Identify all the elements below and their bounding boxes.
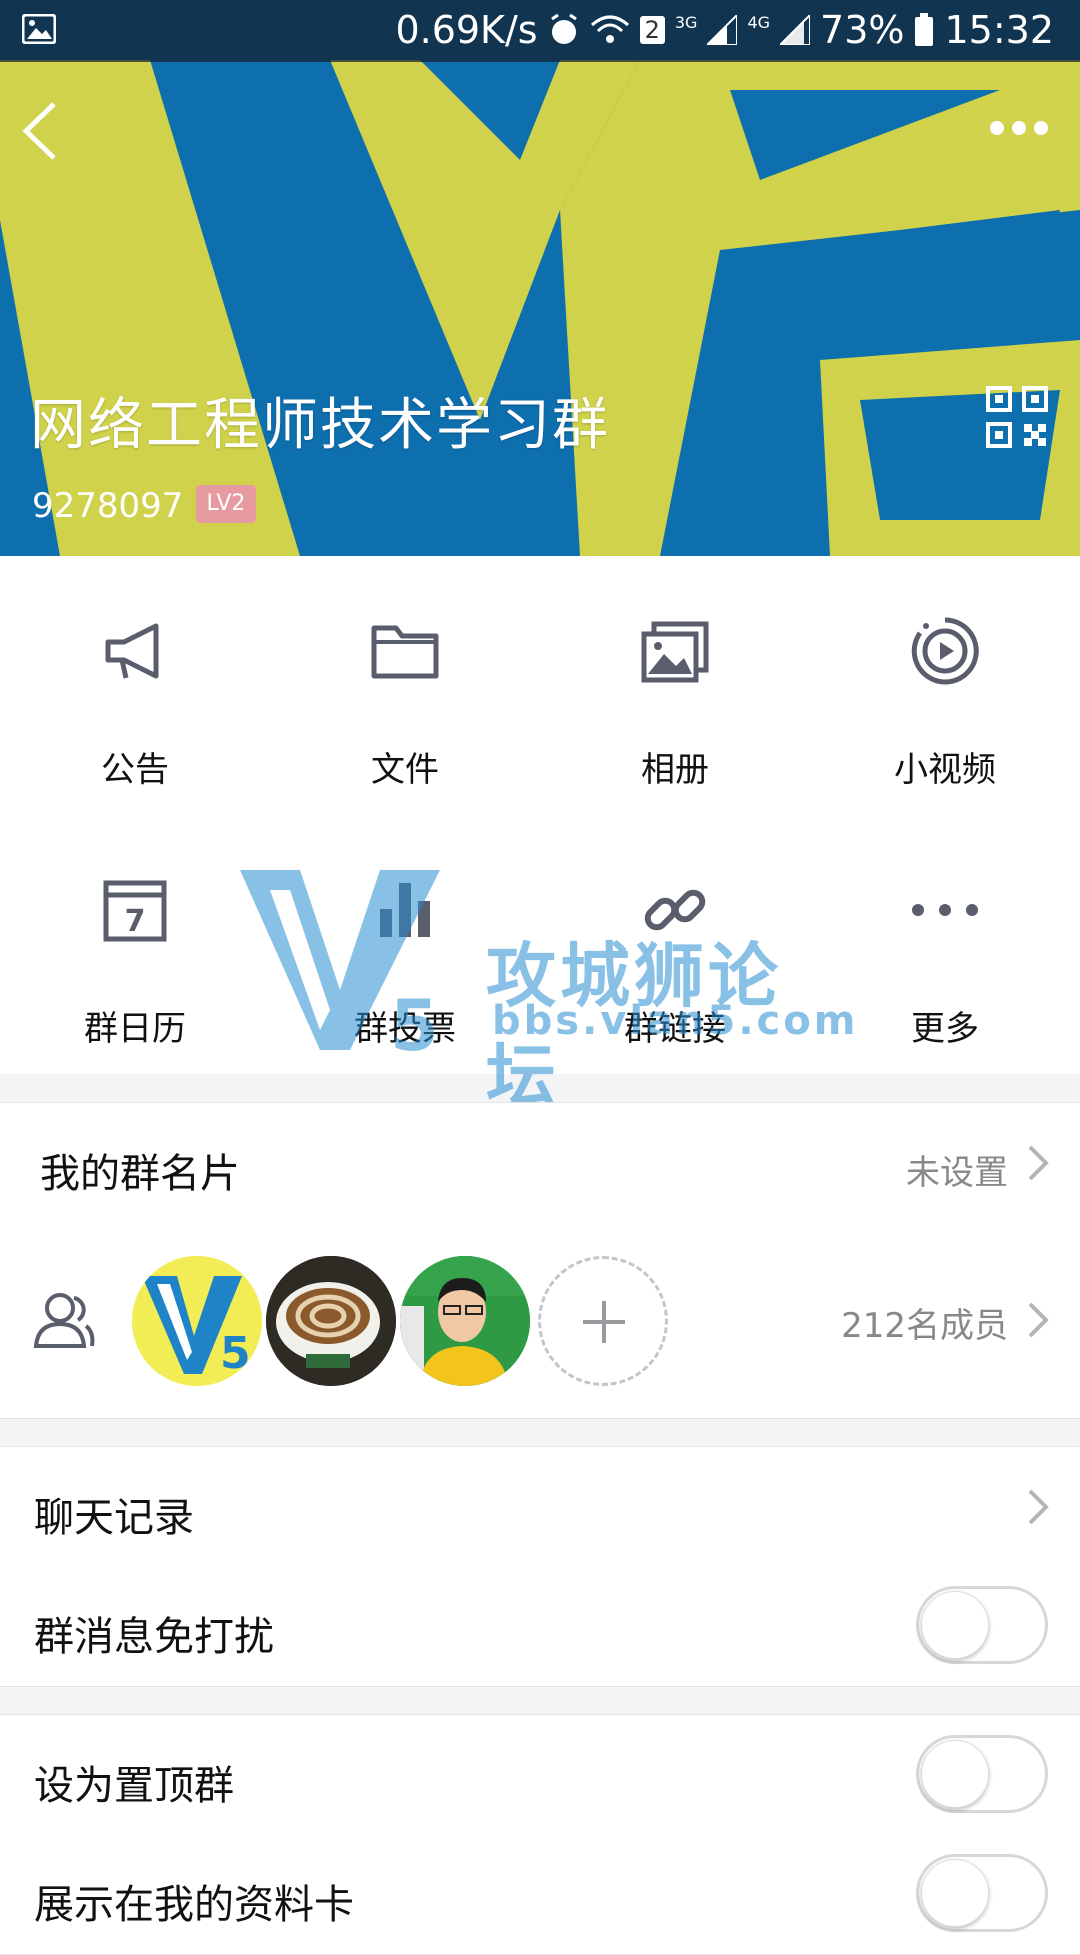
mute-messages-row: 群消息免打扰 — [0, 1566, 1080, 1687]
toggle-knob — [921, 1859, 989, 1927]
my-group-card-value: 未设置 — [906, 1153, 1008, 1193]
show-on-profile-label: 展示在我的资料卡 — [34, 1882, 354, 1928]
my-group-card-row[interactable]: 我的群名片 未设置 — [0, 1102, 1080, 1224]
battery-icon — [915, 13, 934, 46]
signal-icon-2 — [780, 15, 811, 45]
pin-group-label: 设为置顶群 — [34, 1763, 234, 1809]
folder-icon — [371, 625, 439, 679]
wifi-icon — [590, 15, 629, 43]
more-options-icon[interactable] — [990, 120, 1056, 139]
coffee-avatar-image — [266, 1256, 396, 1386]
show-on-profile-row: 展示在我的资料卡 — [0, 1834, 1080, 1955]
network-3g-label: 3G — [674, 12, 698, 32]
member-avatar[interactable] — [266, 1256, 396, 1386]
clock-time: 15:32 — [944, 8, 1054, 52]
member-avatar[interactable] — [400, 1256, 530, 1386]
group-name: 网络工程师技术学习群 — [30, 393, 610, 458]
plus-icon — [583, 1301, 625, 1343]
network-4g-label: 4G — [747, 12, 771, 32]
feature-label: 更多 — [911, 1009, 979, 1049]
feature-label: 相册 — [641, 750, 709, 790]
album-icon — [641, 621, 709, 683]
feature-label: 小视频 — [894, 750, 996, 790]
video-icon — [911, 617, 979, 685]
feature-label: 群日历 — [84, 1009, 186, 1049]
members-icon — [33, 1293, 95, 1348]
person-avatar-image — [400, 1256, 530, 1386]
qr-code-icon[interactable] — [986, 386, 1048, 448]
member-avatar[interactable]: 5 — [132, 1256, 262, 1386]
feature-poll[interactable]: 群投票 — [270, 815, 540, 1074]
feature-files[interactable]: 文件 — [270, 556, 540, 815]
calendar-icon: 7 — [103, 880, 167, 942]
pin-group-toggle[interactable] — [916, 1735, 1048, 1813]
image-notification-icon — [22, 14, 56, 44]
feature-short-video[interactable]: 小视频 — [810, 556, 1080, 815]
feature-label: 群投票 — [354, 1009, 456, 1049]
sim-badge: 2 — [639, 16, 665, 44]
chat-history-row[interactable]: 聊天记录 — [0, 1446, 1080, 1568]
mute-messages-label: 群消息免打扰 — [34, 1614, 274, 1660]
my-group-card-label: 我的群名片 — [40, 1151, 240, 1197]
back-arrow-icon[interactable] — [20, 100, 60, 162]
chat-history-label: 聊天记录 — [34, 1495, 194, 1541]
chevron-right-icon — [1028, 1489, 1049, 1525]
feature-announcement[interactable]: 公告 — [0, 556, 270, 815]
group-header-banner: 0.69K/s 2 3G 4G 73% 15:32 网络工程师技术学习群 927… — [0, 0, 1080, 556]
chevron-right-icon — [1028, 1145, 1049, 1181]
mute-messages-toggle[interactable] — [916, 1586, 1048, 1664]
show-on-profile-toggle[interactable] — [916, 1854, 1048, 1932]
toggle-knob — [921, 1591, 989, 1659]
group-level-badge: LV2 — [196, 485, 256, 523]
battery-percent: 73% — [820, 8, 905, 52]
v5-avatar-image: 5 — [132, 1256, 262, 1386]
megaphone-icon — [105, 623, 159, 679]
toggle-knob — [921, 1740, 989, 1808]
feature-more[interactable]: 更多 — [810, 815, 1080, 1074]
feature-grid: 公告 文件 相册 小视频 7 群日历 群投票 群链接 更多 — [0, 556, 1080, 1074]
status-bar: 0.69K/s 2 3G 4G 73% 15:32 — [0, 0, 1080, 62]
chevron-right-icon — [1028, 1302, 1049, 1338]
signal-icon-1 — [707, 15, 738, 45]
feature-calendar[interactable]: 7 群日历 — [0, 815, 270, 1074]
more-icon — [912, 904, 978, 916]
feature-label: 文件 — [371, 750, 439, 790]
link-icon — [644, 889, 706, 931]
member-count: 212名成员 — [841, 1306, 1008, 1346]
alarm-icon — [550, 13, 577, 44]
calendar-day: 7 — [125, 904, 146, 939]
feature-label: 群链接 — [624, 1009, 726, 1049]
feature-album[interactable]: 相册 — [540, 556, 810, 815]
pin-group-row: 设为置顶群 — [0, 1714, 1080, 1836]
group-cover-image — [0, 0, 1080, 556]
poll-icon — [380, 883, 430, 937]
feature-label: 公告 — [101, 750, 169, 790]
group-number: 9278097 — [32, 486, 184, 526]
add-member-button[interactable] — [538, 1256, 668, 1386]
feature-link[interactable]: 群链接 — [540, 815, 810, 1074]
network-speed: 0.69K/s — [395, 8, 538, 52]
